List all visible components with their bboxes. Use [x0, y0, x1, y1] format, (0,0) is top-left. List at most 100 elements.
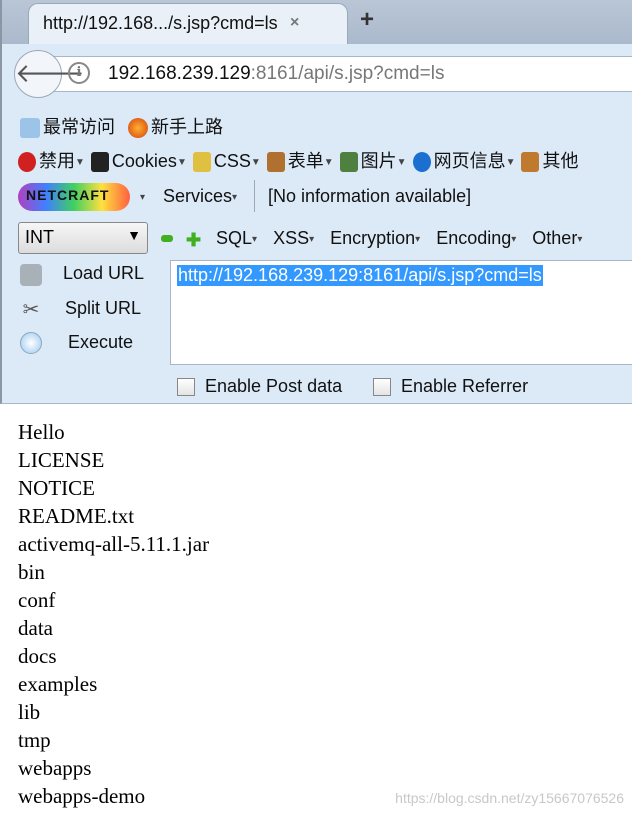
info-icon	[412, 152, 431, 173]
dropdown-arrow-icon: ▾	[252, 233, 258, 245]
output-line: webapps	[18, 756, 92, 780]
book-icon	[521, 152, 540, 173]
dropdown-arrow-icon: ▼	[396, 156, 407, 168]
firefox-icon	[128, 118, 149, 139]
output-line: docs	[18, 644, 57, 668]
webdev-menu-3[interactable]: 表单▼	[266, 151, 334, 173]
page-output: Hello LICENSE NOTICE README.txt activemq-all…	[18, 418, 209, 810]
image-icon	[339, 152, 358, 173]
menu-label: 图片	[360, 151, 397, 171]
tab-title: http://192.168.../s.jsp?cmd=ls	[43, 13, 278, 33]
dropdown-arrow-icon: ▾	[511, 233, 517, 245]
hackbar-menu-other[interactable]: Other▾	[532, 228, 582, 248]
webdev-menu-0[interactable]: 禁用▼	[18, 151, 85, 173]
webdev-menu-6[interactable]: 其他	[521, 151, 579, 173]
menu-label: 表单	[287, 151, 324, 171]
dropdown-arrow-icon: ▾	[309, 233, 315, 245]
hackbar-menu-xss[interactable]: XSS▾	[273, 228, 314, 248]
dropdown-arrow-icon: ▼	[505, 156, 516, 168]
checkbox-label: Enable Referrer	[401, 376, 529, 396]
hackbar-menu-encoding[interactable]: Encoding▾	[436, 228, 516, 248]
wand-icon	[192, 152, 211, 173]
dropdown-arrow-icon: ▼	[323, 156, 334, 168]
browser-tab[interactable]: http://192.168.../s.jsp?cmd=ls	[28, 3, 348, 45]
output-line: data	[18, 616, 53, 640]
new-tab-button[interactable]: +	[360, 6, 374, 34]
divider	[254, 180, 255, 212]
cookie-user-icon	[90, 152, 109, 173]
webdev-menu-1[interactable]: Cookies▼	[90, 151, 187, 173]
site-info-icon[interactable]: i	[68, 62, 90, 84]
webdev-menu-4[interactable]: 图片▼	[339, 151, 407, 173]
menu-label: 网页信息	[433, 151, 506, 171]
plus-icon[interactable]: ✚	[186, 230, 201, 251]
menu-label: Other	[532, 228, 578, 248]
menu-label: SQL	[216, 228, 253, 248]
chevron-down-icon: ▼	[127, 227, 141, 243]
output-line: README.txt	[18, 504, 135, 528]
disable-icon	[18, 152, 36, 173]
type-select[interactable]: INT ▼	[18, 222, 148, 254]
output-line: LICENSE	[18, 448, 105, 472]
web-developer-toolbar: 禁用▼ Cookies▼ CSS▼ 表单▼ 图片▼ 网页信息▼ 其他	[18, 147, 584, 173]
dropdown-arrow-icon: ▼	[75, 156, 85, 168]
bookmark-label: 最常访问	[43, 117, 115, 137]
dropdown-arrow-icon: ▾	[415, 233, 421, 245]
output-line: activemq-all-5.11.1.jar	[18, 532, 210, 556]
bookmark-label: 新手上路	[151, 117, 224, 137]
checkbox[interactable]	[177, 378, 195, 397]
enable-referrer-checkbox[interactable]: Enable Referrer	[373, 376, 528, 397]
split-url-button[interactable]: Split URL	[65, 298, 141, 319]
execute-button[interactable]: Execute	[68, 332, 133, 353]
netcraft-dropdown-icon[interactable]: ▾	[140, 192, 145, 203]
back-button[interactable]: 🡐	[14, 50, 85, 98]
url-textarea-value: http://192.168.239.129:8161/api/s.jsp?cm…	[177, 265, 543, 286]
most-visited-icon	[20, 118, 40, 139]
menu-label: Cookies	[111, 151, 177, 171]
checkbox-label: Enable Post data	[205, 376, 343, 396]
output-line: webapps-demo	[18, 784, 146, 808]
address-text[interactable]: 192.168.239.129:8161/api/s.jsp?cmd=ls	[108, 63, 444, 85]
dropdown-arrow-icon: ▾	[577, 233, 583, 245]
dropdown-arrow-icon: ▼	[176, 156, 187, 168]
clipboard-icon	[266, 152, 285, 173]
checkbox[interactable]	[373, 378, 391, 397]
hackbar-menu-encryption[interactable]: Encryption▾	[330, 228, 420, 248]
select-value: INT	[25, 227, 54, 247]
webdev-menu-5[interactable]: 网页信息▼	[412, 151, 516, 173]
menu-label: 其他	[542, 151, 579, 171]
output-line: Hello	[18, 420, 65, 444]
url-path: :8161/api/s.jsp?cmd=ls	[250, 63, 445, 84]
hackbar-menu-sql[interactable]: SQL▾	[216, 228, 257, 248]
menu-label: 禁用	[39, 151, 75, 171]
netcraft-logo[interactable]: NETCRAFT	[18, 183, 130, 211]
bookmark-most-visited[interactable]: 最常访问	[20, 117, 115, 139]
scissors-icon: ✂	[22, 299, 40, 321]
menu-label: Encryption	[330, 228, 416, 248]
output-line: NOTICE	[18, 476, 95, 500]
output-line: lib	[18, 700, 41, 724]
output-line: bin	[18, 560, 45, 584]
load-url-button[interactable]: Load URL	[63, 263, 144, 284]
execute-icon	[20, 332, 42, 354]
output-line: tmp	[18, 728, 51, 752]
menu-label: Encoding	[436, 228, 512, 248]
bookmark-getting-started[interactable]: 新手上路	[128, 117, 224, 139]
webdev-menu-2[interactable]: CSS▼	[192, 151, 261, 173]
close-tab-icon[interactable]: ×	[290, 14, 299, 32]
load-url-icon	[20, 264, 42, 286]
enable-post-checkbox[interactable]: Enable Post data	[177, 376, 342, 397]
output-line: conf	[18, 588, 56, 612]
services-label: Services	[163, 186, 233, 206]
watermark: https://blog.csdn.net/zy15667076526	[395, 790, 624, 806]
menu-label: CSS	[213, 151, 251, 171]
url-host: 192.168.239.129	[108, 63, 251, 84]
services-menu[interactable]: Services▾	[163, 186, 237, 207]
hackbar-menus: SQL▾ XSS▾ Encryption▾ Encoding▾ Other▾	[216, 228, 598, 249]
dropdown-arrow-icon: ▼	[250, 156, 261, 168]
netcraft-info: [No information available]	[268, 186, 472, 206]
menu-label: XSS	[273, 228, 310, 248]
output-line: examples	[18, 672, 98, 696]
bookmarks-bar: 最常访问 新手上路	[20, 113, 223, 139]
minus-icon[interactable]	[161, 235, 173, 242]
